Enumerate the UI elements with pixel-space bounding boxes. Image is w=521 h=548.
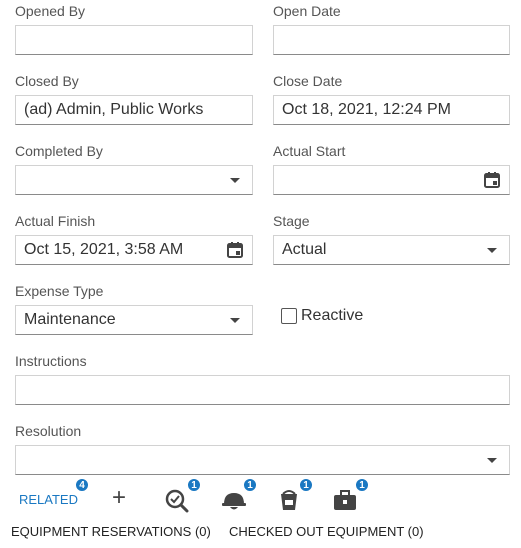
reactive-checkbox[interactable]	[281, 308, 297, 324]
close-date-value: Oct 18, 2021, 12:24 PM	[282, 101, 451, 118]
actual-start-label: Actual Start	[273, 143, 346, 159]
inspection-search-icon[interactable]	[164, 488, 190, 514]
actual-finish-label: Actual Finish	[15, 213, 96, 229]
open-date-input[interactable]	[273, 25, 510, 55]
closed-by-label: Closed By	[15, 73, 79, 89]
toolbox-icon[interactable]	[332, 488, 358, 512]
workers-count-badge: 1	[243, 478, 257, 492]
close-date-input[interactable]: Oct 18, 2021, 12:24 PM	[273, 95, 510, 125]
instructions-input[interactable]	[15, 375, 510, 405]
stage-select[interactable]: Actual	[273, 235, 510, 265]
material-bucket-icon[interactable]	[277, 488, 301, 512]
materials-count-badge: 1	[299, 478, 313, 492]
closed-by-value: (ad) Admin, Public Works	[24, 101, 204, 118]
resolution-select[interactable]	[15, 445, 510, 475]
add-icon[interactable]: +	[112, 486, 126, 510]
tab-equipment-reservations[interactable]: EQUIPMENT RESERVATIONS (0)	[11, 524, 211, 539]
stage-label: Stage	[273, 213, 310, 229]
opened-by-input[interactable]	[15, 25, 253, 55]
related-count-badge: 4	[75, 478, 89, 492]
expense-type-value: Maintenance	[24, 311, 116, 328]
instructions-label: Instructions	[15, 353, 87, 369]
chevron-down-icon[interactable]	[230, 177, 240, 183]
actual-finish-input[interactable]: Oct 15, 2021, 3:58 AM	[15, 235, 253, 265]
related-tab[interactable]: RELATED	[19, 492, 78, 507]
opened-by-label: Opened By	[15, 3, 86, 19]
resolution-label: Resolution	[15, 423, 82, 439]
chevron-down-icon[interactable]	[487, 247, 497, 253]
reactive-label: Reactive	[301, 307, 364, 324]
close-date-label: Close Date	[273, 73, 343, 89]
expense-type-label: Expense Type	[15, 283, 104, 299]
stage-value: Actual	[282, 241, 327, 258]
tab-checked-out-equipment[interactable]: CHECKED OUT EQUIPMENT (0)	[229, 524, 424, 539]
chevron-down-icon[interactable]	[487, 457, 497, 463]
actual-finish-value: Oct 15, 2021, 3:58 AM	[24, 241, 184, 258]
equipment-count-badge: 1	[355, 478, 369, 492]
completed-by-select[interactable]	[15, 165, 253, 195]
expense-type-select[interactable]: Maintenance	[15, 305, 253, 335]
reactive-checkbox-wrap[interactable]: Reactive	[281, 307, 363, 325]
open-date-label: Open Date	[273, 3, 341, 19]
inspections-count-badge: 1	[187, 478, 201, 492]
chevron-down-icon[interactable]	[230, 317, 240, 323]
closed-by-input[interactable]: (ad) Admin, Public Works	[15, 95, 253, 125]
actual-start-input[interactable]	[273, 165, 510, 195]
calendar-icon[interactable]	[483, 171, 501, 189]
completed-by-label: Completed By	[15, 143, 103, 159]
hard-hat-icon[interactable]	[221, 488, 247, 512]
calendar-icon[interactable]	[226, 241, 244, 259]
